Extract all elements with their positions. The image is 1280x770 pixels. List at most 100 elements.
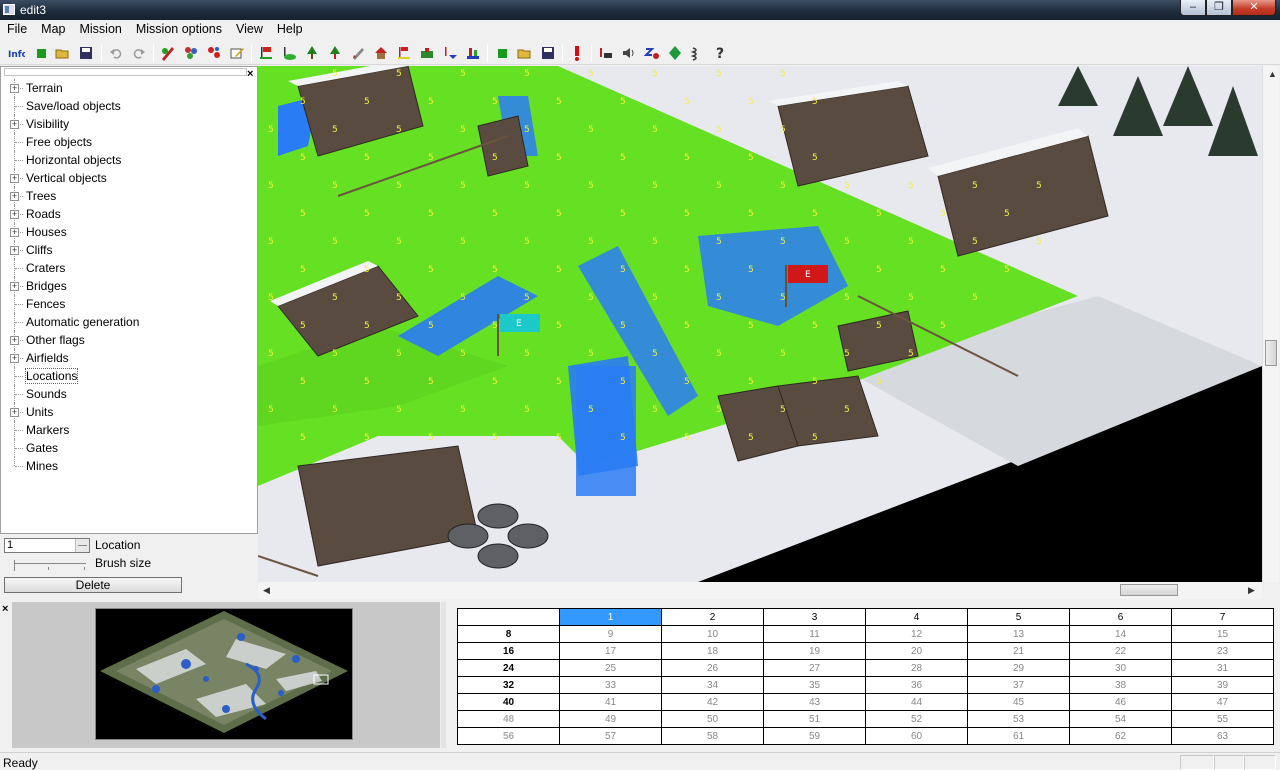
expand-icon[interactable]: + [10,354,19,363]
grid-header-cell[interactable]: 5 [967,608,1070,626]
diamond-icon[interactable] [665,43,685,63]
mines-icon[interactable] [642,43,662,63]
grid-cell[interactable]: 30 [1069,659,1172,677]
scroll-up-icon[interactable]: ▲ [1268,69,1277,79]
menu-mission[interactable]: Mission [72,20,128,40]
grid-cell[interactable]: 52 [865,710,968,728]
tree-item[interactable]: + Roads [1,205,251,223]
tree-item[interactable]: Fences [1,295,251,313]
expand-icon[interactable]: + [10,84,19,93]
grid-cell[interactable]: 18 [661,642,764,660]
alert-icon[interactable] [567,43,587,63]
grid-cell[interactable]: 47 [1171,693,1274,711]
tree-item[interactable]: Sounds [1,385,251,403]
flag-green-icon[interactable] [279,43,299,63]
grid-cell[interactable]: 48 [457,710,560,728]
tree-item[interactable]: Mines [1,457,251,475]
grid-cell[interactable]: 12 [865,625,968,643]
slider-thumb[interactable] [14,560,17,571]
grid-cell[interactable]: 17 [559,642,662,660]
grid-cell[interactable]: 11 [763,625,866,643]
redo-icon[interactable] [129,43,149,63]
edit-icon[interactable] [227,43,247,63]
tree-item[interactable]: Gates [1,439,251,457]
map-vscroll[interactable]: ▲ [1262,66,1279,582]
grid-header-cell[interactable]: 7 [1171,608,1274,626]
grid-cell[interactable]: 37 [967,676,1070,694]
save-icon[interactable] [76,43,96,63]
grid-cell[interactable]: 8 [457,625,560,643]
grid-cell[interactable]: 22 [1069,642,1172,660]
pencil-icon[interactable] [348,43,368,63]
grid-cell[interactable]: 63 [1171,727,1274,745]
sound-icon[interactable] [596,43,616,63]
grid-cell[interactable]: 31 [1171,659,1274,677]
tree-icon[interactable] [302,43,322,63]
tree-item[interactable]: + Airfields [1,349,251,367]
grid-cell[interactable]: 16 [457,642,560,660]
menu-file[interactable]: File [0,20,34,40]
tree-item[interactable]: Free objects [1,133,251,151]
open-icon[interactable] [53,43,73,63]
expand-icon[interactable]: + [10,246,19,255]
expand-icon[interactable]: + [10,336,19,345]
hscroll-thumb[interactable] [1120,584,1178,596]
grid-header-cell[interactable]: 4 [865,608,968,626]
unit-icon[interactable] [417,43,437,63]
tree-item[interactable]: + Units [1,403,251,421]
expand-icon[interactable]: + [10,228,19,237]
menu-view[interactable]: View [229,20,270,40]
grid-cell[interactable]: 46 [1069,693,1172,711]
tree-item[interactable]: + Visibility [1,115,251,133]
grid-cell[interactable]: 58 [661,727,764,745]
airfield-icon[interactable] [463,43,483,63]
grid-cell[interactable]: 24 [457,659,560,677]
grid-header-cell[interactable]: 2 [661,608,764,626]
flag-yellow-icon[interactable] [394,43,414,63]
menu-mission-options[interactable]: Mission options [129,20,229,40]
grid-cell[interactable]: 27 [763,659,866,677]
tree-item[interactable]: Horizontal objects [1,151,251,169]
grid-cell[interactable]: 60 [865,727,968,745]
vscroll-thumb[interactable] [1265,340,1277,366]
tree-item[interactable]: Save/load objects [1,97,251,115]
scroll-right-icon[interactable]: ▶ [1248,585,1255,596]
grid-cell[interactable]: 23 [1171,642,1274,660]
grid-cell[interactable]: 51 [763,710,866,728]
scroll-left-icon[interactable]: ◀ [263,585,270,596]
grid-cell[interactable]: 38 [1069,676,1172,694]
terrain-paint-icon[interactable] [158,43,178,63]
minimap[interactable] [95,608,353,740]
grid-cell[interactable]: 20 [865,642,968,660]
maximize-icon[interactable]: ❐ [1206,0,1232,16]
tree-item[interactable]: Markers [1,421,251,439]
tree-hscroll[interactable] [4,68,247,76]
grid-cell[interactable]: 40 [457,693,560,711]
save-icon[interactable] [538,43,558,63]
grid-cell[interactable]: 15 [1171,625,1274,643]
grid-cell[interactable]: 43 [763,693,866,711]
grid-cell[interactable]: 10 [661,625,764,643]
wave-icon[interactable] [688,43,708,63]
map-canvas[interactable]: 5 5 5 5 5 5 5 5 5 5 5 5 5 5 5 5 5 5 5 5 5 5 5 5 5 5 5 5 5 5 5 5 5 5 5 5 5 5 5 5… [258,66,1262,582]
menu-help[interactable]: Help [270,20,310,40]
expand-icon[interactable]: + [10,282,19,291]
grid-cell[interactable]: 21 [967,642,1070,660]
grid-cell[interactable]: 13 [967,625,1070,643]
grid-cell[interactable]: 41 [559,693,662,711]
grid-cell[interactable]: 54 [1069,710,1172,728]
grid-cell[interactable]: 59 [763,727,866,745]
minimize-icon[interactable]: – [1180,0,1206,16]
expand-icon[interactable]: + [10,210,19,219]
grid-cell[interactable]: 28 [865,659,968,677]
tree-item[interactable]: Automatic generation [1,313,251,331]
flag-place-icon[interactable] [256,43,276,63]
grid-header-cell[interactable]: 6 [1069,608,1172,626]
grid-cell[interactable]: 29 [967,659,1070,677]
speaker-icon[interactable] [619,43,639,63]
grid-header-cell[interactable] [457,608,560,626]
green-square-icon[interactable] [492,43,512,63]
expand-icon[interactable]: + [10,120,19,129]
grid-cell[interactable]: 57 [559,727,662,745]
close-icon[interactable]: × [2,604,8,615]
